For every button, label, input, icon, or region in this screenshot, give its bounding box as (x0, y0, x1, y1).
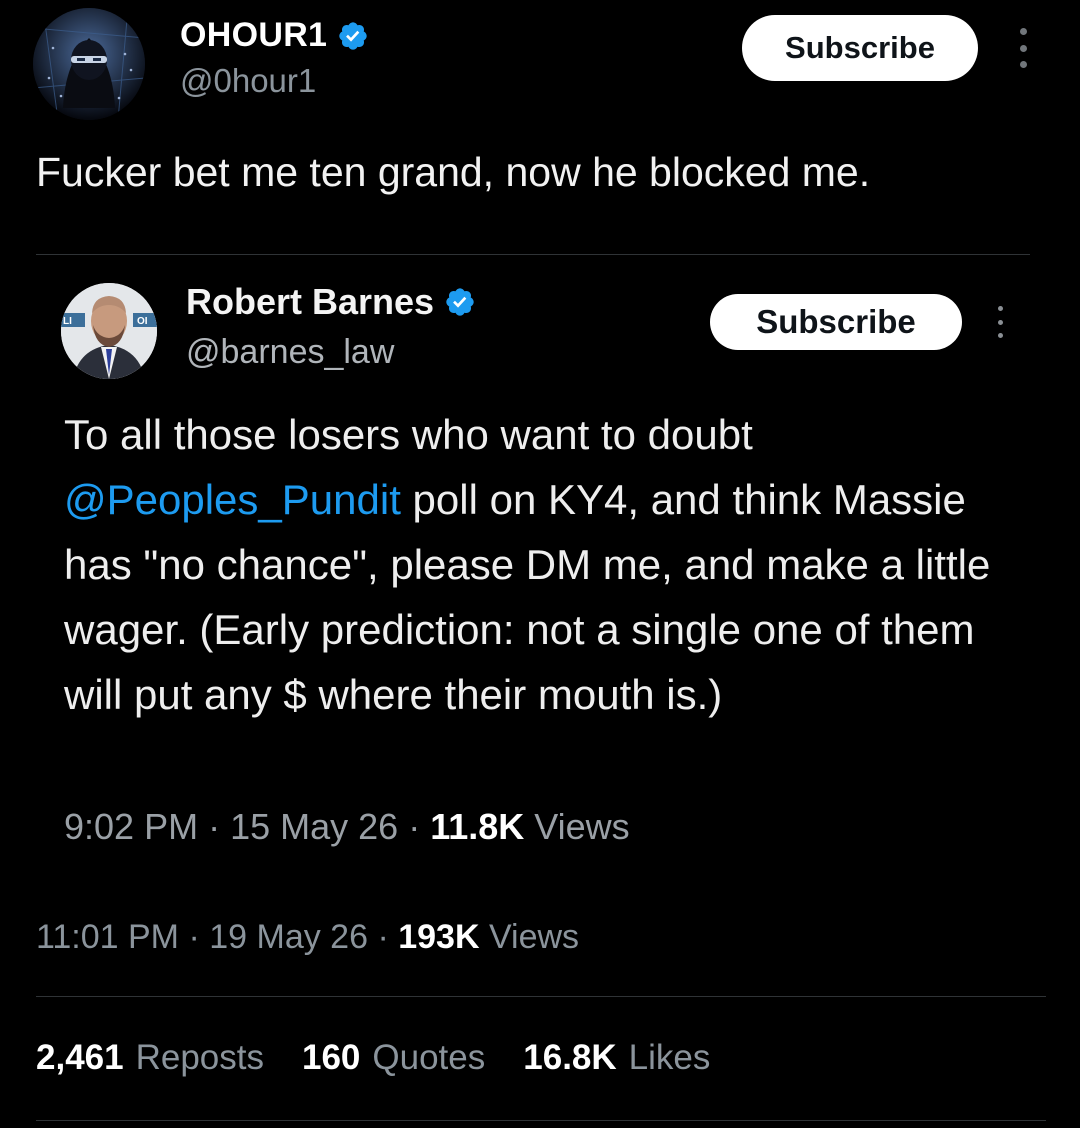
quoted-more-options-icon[interactable] (990, 306, 1010, 338)
quoted-views-count: 11.8K (430, 806, 525, 847)
quotes-label: Quotes (372, 1038, 486, 1077)
author-handle[interactable]: @0hour1 (180, 62, 316, 100)
quoted-subscribe-button[interactable]: Subscribe (710, 294, 962, 350)
views-label: Views (488, 918, 580, 956)
divider (36, 996, 1046, 997)
quoted-tweet-text: To all those losers who want to doubt @P… (64, 402, 1024, 727)
author-avatar[interactable] (33, 8, 145, 120)
subscribe-button[interactable]: Subscribe (742, 15, 978, 81)
quoted-author-display-name[interactable]: Robert Barnes (186, 281, 434, 323)
verified-badge-icon (446, 288, 474, 316)
quotes-count: 160 (302, 1038, 361, 1077)
engagement-stats: 2,461 Reposts 160 Quotes 16.8K Likes (36, 1038, 710, 1078)
svg-text:LI: LI (63, 316, 72, 327)
quoted-tweet-meta: 9:02 PM · 15 May 26 · 11.8K Views (64, 806, 630, 847)
author-name[interactable]: OHOUR1 (180, 16, 369, 55)
views-count: 193K (398, 918, 480, 956)
masked-hacker-avatar-icon (33, 8, 145, 120)
mention-link[interactable]: @Peoples_Pundit (64, 476, 401, 523)
quoted-tweet-date[interactable]: 15 May 26 (230, 806, 398, 847)
quotes-stat[interactable]: 160 Quotes (302, 1038, 485, 1078)
tweet-time[interactable]: 11:01 PM (36, 918, 179, 956)
quoted-text-part-1: To all those losers who want to doubt (64, 411, 753, 458)
quoted-views-label: Views (534, 806, 630, 847)
quoted-author-avatar[interactable]: LI OI (61, 283, 157, 379)
reposts-count: 2,461 (36, 1038, 124, 1077)
more-options-icon[interactable] (1010, 28, 1036, 68)
quote-divider (36, 254, 1030, 255)
quoted-tweet-time[interactable]: 9:02 PM (64, 806, 198, 847)
tweet-text: Fucker bet me ten grand, now he blocked … (36, 149, 871, 195)
reposts-label: Reposts (135, 1038, 264, 1077)
likes-count: 16.8K (523, 1038, 617, 1077)
divider (36, 1120, 1046, 1121)
man-in-suit-avatar-icon: LI OI (61, 283, 157, 379)
quoted-author-handle[interactable]: @barnes_law (186, 333, 394, 372)
author-display-name[interactable]: OHOUR1 (180, 16, 327, 55)
svg-text:OI: OI (137, 316, 148, 327)
likes-label: Likes (628, 1038, 711, 1077)
quoted-author-name[interactable]: Robert Barnes (186, 281, 476, 323)
likes-stat[interactable]: 16.8K Likes (523, 1038, 710, 1078)
verified-badge-icon (339, 21, 367, 50)
tweet-date[interactable]: 19 May 26 (209, 918, 368, 956)
tweet-meta: 11:01 PM · 19 May 26 · 193K Views (36, 918, 580, 956)
reposts-stat[interactable]: 2,461 Reposts (36, 1038, 264, 1078)
